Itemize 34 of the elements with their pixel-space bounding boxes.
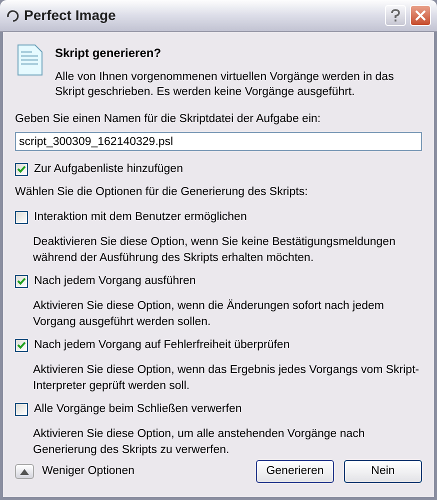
options-heading: Wählen Sie die Optionen für die Generierung des Skripts:: [15, 185, 309, 200]
checkbox-label[interactable]: Alle Vorgänge beim Schließen verwerfen: [34, 400, 242, 418]
dialog-description: Alle von Ihnen vorgenommenen virtuellen Vorgänge werden in das Skript geschrieben. Es werden keine Vorgänge ausgeführt.: [55, 70, 395, 100]
checkbox-label[interactable]: Interaktion mit dem Benutzer ermöglichen: [34, 208, 247, 226]
dialog-button[interactable]: Generieren: [256, 460, 334, 483]
dialog-heading: Skript generieren?: [55, 45, 162, 62]
dialog-button[interactable]: Nein: [344, 460, 422, 483]
check-icon: [17, 341, 26, 350]
help-button[interactable]: [385, 5, 406, 26]
up-triangle-icon: [20, 468, 29, 474]
checkbox-label[interactable]: Zur Aufgabenliste hinzufügen: [34, 160, 183, 178]
collapse-button[interactable]: [15, 464, 34, 479]
checkbox[interactable]: [15, 211, 28, 224]
close-icon: [415, 10, 426, 21]
checkbox[interactable]: [15, 339, 28, 352]
checkbox-label[interactable]: Nach jedem Vorgang auf Fehlerfreiheit überprüfen: [34, 336, 290, 354]
option-description: Deaktivieren Sie diese Option, wenn Sie keine Bestätigungsmeldungen während der Ausführung des Skripts erhalten möchten.: [33, 234, 396, 266]
option-description: Aktivieren Sie diese Option, wenn die Änderungen sofort nach jedem Vorgang ausgeführt werden sollen.: [33, 298, 385, 330]
option-description: Aktivieren Sie diese Option, wenn das Ergebnis jedes Vorgangs vom Skript-Interpreter geprüft werden soll.: [33, 362, 420, 394]
check-icon: [17, 277, 26, 286]
fewer-options-link[interactable]: Weniger Optionen: [42, 462, 246, 480]
filename-field[interactable]: script_300309_162140329.psl: [15, 132, 422, 152]
checkbox[interactable]: [15, 275, 28, 288]
checkbox[interactable]: [15, 162, 28, 176]
app-icon: [6, 8, 20, 22]
option-description: Aktivieren Sie diese Option, um alle anstehenden Vorgänge nach Generierung des Skripts zu verwerfen.: [33, 426, 366, 458]
checkbox[interactable]: [15, 403, 28, 416]
check-icon: [17, 164, 26, 174]
document-icon: [17, 44, 43, 76]
close-button[interactable]: [410, 5, 431, 26]
window-title: Perfect Image: [24, 6, 117, 25]
help-icon: [391, 9, 400, 22]
field-label: Geben Sie einen Namen für die Skriptdatei der Aufgabe ein:: [15, 112, 322, 127]
checkbox-label[interactable]: Nach jedem Vorgang ausführen: [34, 272, 196, 290]
